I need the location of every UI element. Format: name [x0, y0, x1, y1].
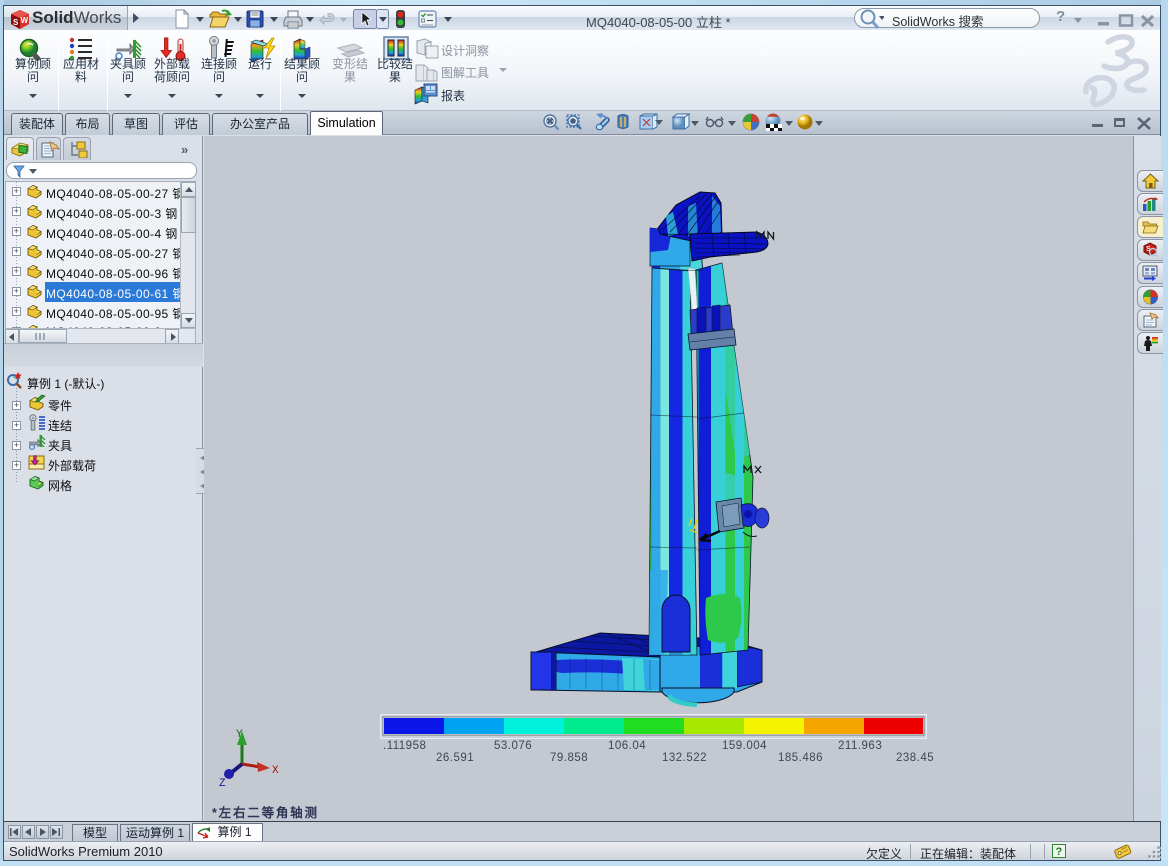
- svg-text:106.04: 106.04: [608, 740, 646, 752]
- svg-text:26.591: 26.591: [436, 752, 474, 764]
- svg-text:W: W: [21, 16, 29, 25]
- svg-text:X: X: [272, 765, 279, 777]
- svg-text:79.858: 79.858: [550, 752, 588, 764]
- svg-text:?: ?: [1056, 846, 1063, 858]
- svg-text:211.963: 211.963: [838, 740, 882, 752]
- svg-text:Y: Y: [236, 729, 243, 741]
- svg-text:185.486: 185.486: [778, 752, 823, 764]
- svg-text:*左右二等角轴测: *左右二等角轴测: [212, 805, 319, 820]
- svg-text:53.076: 53.076: [494, 740, 532, 752]
- svg-text:159.004: 159.004: [722, 740, 767, 752]
- svg-text:132.522: 132.522: [662, 752, 707, 764]
- svg-text:.111958: .111958: [383, 740, 426, 752]
- svg-text:S: S: [13, 18, 19, 27]
- svg-text:238.45: 238.45: [896, 752, 934, 764]
- svg-text:Z: Z: [219, 778, 226, 790]
